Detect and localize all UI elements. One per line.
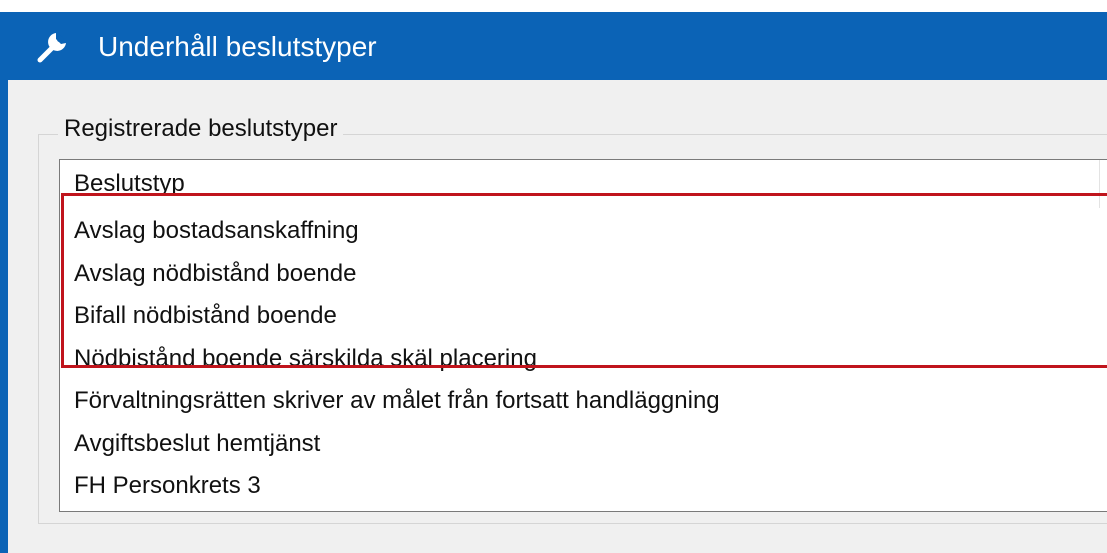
list-rows: Avslag bostadsanskaffning Avslag nödbist… (60, 210, 1107, 508)
list-item[interactable]: FH Personkrets 3 (60, 465, 1107, 508)
list-item-label: Avslag nödbistånd boende (74, 259, 357, 287)
dialog-client-area: Registrerade beslutstyper Beslutstyp Avs… (8, 80, 1107, 553)
list-item-label: Förvaltningsrätten skriver av målet från… (74, 387, 720, 414)
groupbox-legend: Registrerade beslutstyper (58, 115, 344, 143)
background-window-strip (0, 0, 1107, 12)
wrench-icon (37, 33, 66, 63)
list-item[interactable]: Avgiftsbeslut hemtjänst (60, 423, 1107, 466)
column-header-label: Beslutstyp (74, 170, 185, 197)
dialog-window: Underhåll beslutstyper Registrerade besl… (0, 12, 1107, 553)
list-item-label: Avslag bostadsanskaffning (74, 217, 359, 244)
list-item[interactable]: Avslag nödbistånd boende (60, 253, 1107, 296)
column-divider[interactable] (1099, 160, 1100, 208)
title-bar[interactable]: Underhåll beslutstyper (0, 12, 1107, 80)
column-header-beslutstyp[interactable]: Beslutstyp (60, 160, 1107, 210)
list-item[interactable]: Nödbistånd boende särskilda skäl placeri… (60, 338, 1107, 381)
list-item-label: Bifall nödbistånd boende (74, 302, 337, 329)
window-title: Underhåll beslutstyper (98, 31, 377, 62)
list-item[interactable]: Förvaltningsrätten skriver av målet från… (60, 380, 1107, 423)
list-item-label: FH Personkrets 3 (74, 472, 261, 499)
list-item[interactable]: Bifall nödbistånd boende (60, 295, 1107, 338)
list-item-label: Nödbistånd boende särskilda skäl placeri… (74, 344, 537, 372)
decision-types-list[interactable]: Beslutstyp Avslag bostadsanskaffning Avs… (59, 159, 1107, 512)
list-item-label: Avgiftsbeslut hemtjänst (74, 429, 321, 457)
list-item[interactable]: Avslag bostadsanskaffning (60, 210, 1107, 253)
